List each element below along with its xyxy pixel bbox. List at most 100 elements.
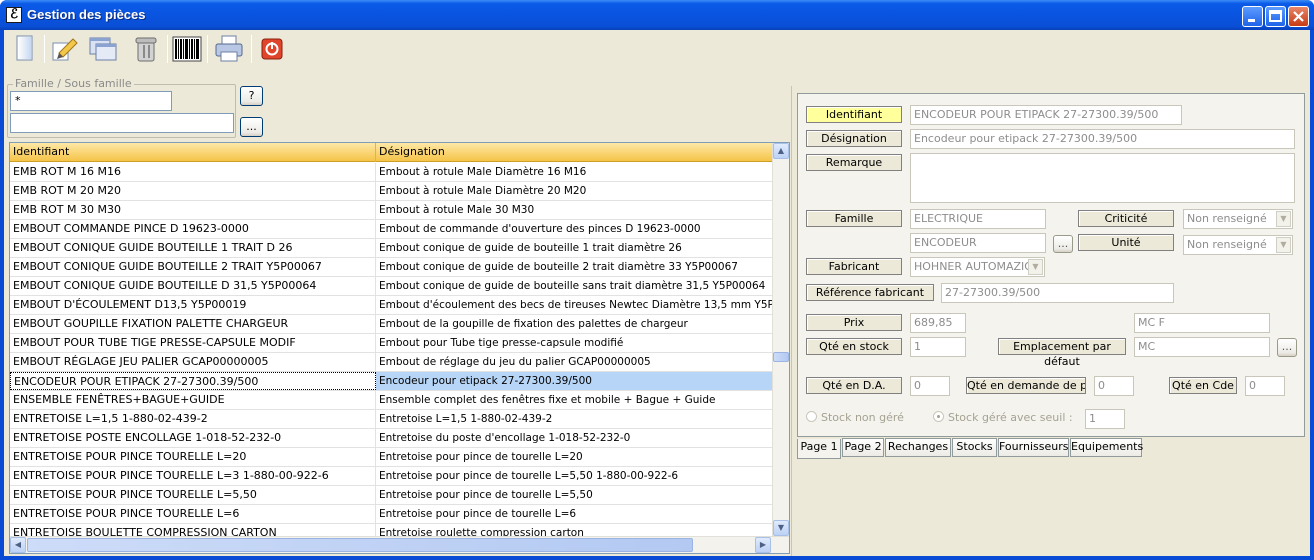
reference-fabricant-field[interactable]: 27-27300.39/500 bbox=[941, 283, 1174, 303]
table-row[interactable]: ENTRETOISE POUR PINCE TOURELLE L=3 1-880… bbox=[10, 467, 773, 486]
tab-page-1-tab[interactable]: Page 1 bbox=[797, 439, 841, 459]
cell-designation[interactable]: Embout conique de guide de bouteille san… bbox=[376, 277, 773, 295]
tab-equipements[interactable]: Equipements bbox=[1070, 438, 1143, 457]
table-row[interactable]: ENTRETOISE POSTE ENCOLLAGE 1-018-52-232-… bbox=[10, 429, 773, 448]
table-row[interactable]: EMBOUT COMMANDE PINCE D 19623-0000 Embout… bbox=[10, 220, 773, 239]
cell-designation[interactable]: Embout de réglage du jeu du palier GCAP0… bbox=[376, 353, 773, 371]
cell-designation[interactable]: Embout à rotule Male Diamètre 16 M16 bbox=[376, 163, 773, 181]
table-row[interactable]: EMBOUT RÉGLAGE JEU PALIER GCAP00000005 Em… bbox=[10, 353, 773, 372]
cell-identifiant[interactable]: EMB ROT M 16 M16 bbox=[10, 163, 376, 181]
cell-designation[interactable]: Encodeur pour etipack 27-27300.39/500 bbox=[376, 372, 773, 390]
cell-identifiant[interactable]: ENSEMBLE FENÊTRES+BAGUE+GUIDE bbox=[10, 391, 376, 409]
fabricant-select[interactable]: HOHNER AUTOMAZIO ▼ bbox=[910, 257, 1045, 277]
seuil-field[interactable]: 1 bbox=[1085, 409, 1125, 429]
cell-identifiant[interactable]: EMBOUT COMMANDE PINCE D 19623-0000 bbox=[10, 220, 376, 238]
close-button[interactable] bbox=[1288, 6, 1309, 27]
table-row[interactable]: EMBOUT POUR TUBE TIGE PRESSE-CAPSULE MOD… bbox=[10, 334, 773, 353]
cell-designation[interactable]: Entretoise L=1,5 1-880-02-439-2 bbox=[376, 410, 773, 428]
table-row[interactable]: EMB ROT M 16 M16 Embout à rotule Male Dia… bbox=[10, 163, 773, 182]
barcode-button[interactable] bbox=[170, 33, 204, 65]
cell-identifiant[interactable]: ENTRETOISE POUR PINCE TOURELLE L=3 1-880… bbox=[10, 467, 376, 485]
cell-designation[interactable]: Entretoise pour pince de tourelle L=5,50 bbox=[376, 486, 773, 504]
tab-rechanges[interactable]: Rechanges bbox=[885, 438, 951, 457]
chevron-down-icon[interactable]: ▼ bbox=[1276, 237, 1291, 253]
table-row[interactable]: EMB ROT M 30 M30 Embout à rotule Male 30 … bbox=[10, 201, 773, 220]
title-bar[interactable]: ℰ Gestion des pièces bbox=[0, 0, 1314, 30]
duplicate-button[interactable] bbox=[86, 33, 120, 65]
grid-horizontal-scrollbar[interactable]: ◀ ▶ bbox=[10, 536, 789, 553]
table-row[interactable]: ENSEMBLE FENÊTRES+BAGUE+GUIDE Ensemble co… bbox=[10, 391, 773, 410]
cell-identifiant[interactable]: ENTRETOISE POUR PINCE TOURELLE L=20 bbox=[10, 448, 376, 466]
parts-grid[interactable]: Identifiant Désignation EMB ROT M 16 M16… bbox=[9, 142, 790, 554]
table-row[interactable]: EMBOUT CONIQUE GUIDE BOUTEILLE D 31,5 Y5… bbox=[10, 277, 773, 296]
qte-stock-field[interactable]: 1 bbox=[910, 337, 966, 357]
qte-cde-field[interactable]: 0 bbox=[1245, 376, 1285, 396]
cell-designation[interactable]: Embout de la goupille de fixation des pa… bbox=[376, 315, 773, 333]
cell-designation[interactable]: Embout conique de guide de bouteille 2 t… bbox=[376, 258, 773, 276]
scroll-right-button[interactable]: ▶ bbox=[755, 537, 771, 553]
scroll-left-button[interactable]: ◀ bbox=[10, 537, 26, 553]
stock-non-gere-radio[interactable]: Stock non géré bbox=[806, 411, 904, 424]
emplacement-browse-button[interactable]: ... bbox=[1277, 338, 1297, 357]
new-button[interactable] bbox=[8, 33, 42, 65]
unite-select[interactable]: Non renseigné ▼ bbox=[1183, 235, 1293, 255]
cell-designation[interactable]: Embout à rotule Male Diamètre 20 M20 bbox=[376, 182, 773, 200]
table-row[interactable]: EMBOUT CONIQUE GUIDE BOUTEILLE 2 TRAIT Y… bbox=[10, 258, 773, 277]
cell-identifiant[interactable]: EMB ROT M 30 M30 bbox=[10, 201, 376, 219]
cell-designation[interactable]: Embout à rotule Male 30 M30 bbox=[376, 201, 773, 219]
famille-browse-button[interactable]: ... bbox=[240, 117, 263, 137]
designation-field[interactable]: Encodeur pour etipack 27-27300.39/500 bbox=[910, 129, 1295, 149]
cell-designation[interactable]: Entretoise du poste d'encollage 1-018-52… bbox=[376, 429, 773, 447]
grid-vertical-scrollbar[interactable]: ▲ ▼ bbox=[772, 143, 789, 536]
sous-famille-field[interactable] bbox=[10, 113, 234, 133]
horizontal-scroll-thumb[interactable] bbox=[27, 538, 693, 552]
cell-identifiant[interactable]: EMBOUT GOUPILLE FIXATION PALETTE CHARGEU… bbox=[10, 315, 376, 333]
table-row[interactable]: EMB ROT M 20 M20 Embout à rotule Male Dia… bbox=[10, 182, 773, 201]
table-row[interactable]: ENCODEUR POUR ETIPACK 27-27300.39/500 Enc… bbox=[10, 372, 773, 391]
sous-famille-value-field[interactable]: ENCODEUR bbox=[910, 233, 1046, 253]
help-button[interactable]: ? bbox=[240, 86, 263, 106]
cell-identifiant[interactable]: EMBOUT D'ÉCOULEMENT D13,5 Y5P00019 bbox=[10, 296, 376, 314]
cell-identifiant[interactable]: EMBOUT RÉGLAGE JEU PALIER GCAP00000005 bbox=[10, 353, 376, 371]
cell-designation[interactable]: Entretoise pour pince de tourelle L=6 bbox=[376, 505, 773, 523]
app-icon[interactable]: ℰ bbox=[6, 7, 22, 23]
table-row[interactable]: EMBOUT D'ÉCOULEMENT D13,5 Y5P00019 Embout… bbox=[10, 296, 773, 315]
criticite-select[interactable]: Non renseigné ▼ bbox=[1183, 209, 1293, 229]
edit-button[interactable] bbox=[47, 33, 81, 65]
prix-field[interactable]: 689,85 bbox=[910, 313, 966, 333]
cell-designation[interactable]: Ensemble complet des fenêtres fixe et mo… bbox=[376, 391, 773, 409]
cell-identifiant[interactable]: EMBOUT CONIQUE GUIDE BOUTEILLE 2 TRAIT Y… bbox=[10, 258, 376, 276]
remarque-field[interactable] bbox=[910, 153, 1295, 203]
cell-designation[interactable]: Entretoise pour pince de tourelle L=20 bbox=[376, 448, 773, 466]
chevron-down-icon[interactable]: ▼ bbox=[1028, 259, 1043, 275]
cell-identifiant[interactable]: EMB ROT M 20 M20 bbox=[10, 182, 376, 200]
cell-designation[interactable]: Embout de commande d'ouverture des pince… bbox=[376, 220, 773, 238]
cell-identifiant[interactable]: ENTRETOISE L=1,5 1-880-02-439-2 bbox=[10, 410, 376, 428]
devise-field[interactable]: MC F bbox=[1134, 313, 1270, 333]
cell-identifiant[interactable]: ENTRETOISE POUR PINCE TOURELLE L=6 bbox=[10, 505, 376, 523]
cell-identifiant[interactable]: ENTRETOISE POSTE ENCOLLAGE 1-018-52-232-… bbox=[10, 429, 376, 447]
qte-da-field[interactable]: 0 bbox=[910, 376, 950, 396]
cell-identifiant[interactable]: EMBOUT CONIQUE GUIDE BOUTEILLE 1 TRAIT D… bbox=[10, 239, 376, 257]
tab-stocks[interactable]: Stocks bbox=[952, 438, 997, 457]
cell-identifiant[interactable]: ENTRETOISE POUR PINCE TOURELLE L=5,50 bbox=[10, 486, 376, 504]
scroll-down-button[interactable]: ▼ bbox=[773, 520, 789, 536]
maximize-button[interactable] bbox=[1265, 6, 1286, 27]
table-row[interactable]: ENTRETOISE POUR PINCE TOURELLE L=5,50 Ent… bbox=[10, 486, 773, 505]
cell-designation[interactable]: Embout d'écoulement des becs de tireuses… bbox=[376, 296, 773, 314]
cell-designation[interactable]: Entretoise pour pince de tourelle L=5,50… bbox=[376, 467, 773, 485]
cell-designation[interactable]: Embout conique de guide de bouteille 1 t… bbox=[376, 239, 773, 257]
chevron-down-icon[interactable]: ▼ bbox=[1276, 211, 1291, 227]
stock-gere-seuil-radio[interactable]: Stock géré avec seuil : bbox=[933, 411, 1073, 424]
delete-button[interactable] bbox=[129, 33, 163, 65]
column-header-identifiant[interactable]: Identifiant bbox=[10, 143, 376, 162]
table-row[interactable]: EMBOUT GOUPILLE FIXATION PALETTE CHARGEU… bbox=[10, 315, 773, 334]
table-row[interactable]: ENTRETOISE L=1,5 1-880-02-439-2 Entretois… bbox=[10, 410, 773, 429]
tab-page-2[interactable]: Page 2 bbox=[842, 438, 884, 457]
scroll-up-button[interactable]: ▲ bbox=[773, 143, 789, 159]
emplacement-field[interactable]: MC bbox=[1134, 337, 1270, 357]
minimize-button[interactable] bbox=[1242, 6, 1263, 27]
sous-famille-browse-button[interactable]: ... bbox=[1053, 235, 1073, 253]
famille-field[interactable]: * bbox=[10, 91, 172, 111]
table-row[interactable]: EMBOUT CONIQUE GUIDE BOUTEILLE 1 TRAIT D… bbox=[10, 239, 773, 258]
